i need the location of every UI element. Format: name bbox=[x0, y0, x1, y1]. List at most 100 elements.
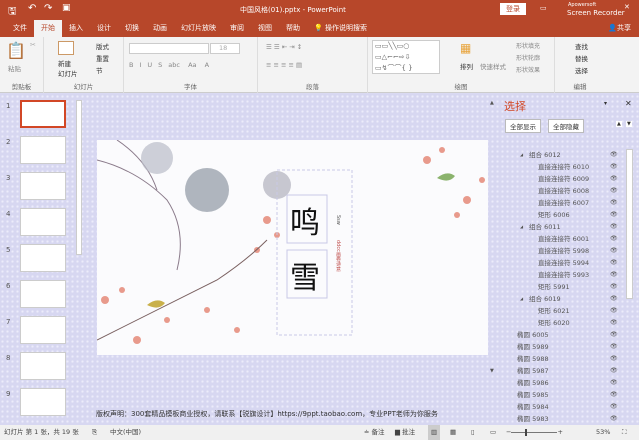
tab-view[interactable]: 视图 bbox=[251, 20, 279, 37]
language-indicator[interactable]: 中文(中国) bbox=[110, 425, 141, 440]
paste-button[interactable]: 📋 bbox=[6, 41, 26, 60]
selection-scrollbar[interactable] bbox=[626, 149, 633, 299]
slide-thumbnail[interactable] bbox=[20, 388, 66, 416]
side-text-1[interactable]: Ssw bbox=[335, 215, 341, 225]
notes-button[interactable]: ≐ 备注 bbox=[364, 425, 385, 440]
arrange-icon[interactable]: ▦ bbox=[460, 41, 471, 55]
visibility-eye-icon[interactable]: 👁 bbox=[610, 209, 618, 221]
find-button[interactable]: 查找 bbox=[575, 41, 588, 51]
selection-item[interactable]: 直接连接符 6010 👁 bbox=[500, 161, 625, 173]
title-char-2[interactable]: 雪 bbox=[290, 253, 320, 297]
shape-fill-button[interactable]: 形状填充 bbox=[516, 41, 540, 50]
share-button[interactable]: 👤共享 bbox=[608, 23, 631, 33]
normal-view-button[interactable]: ▥ bbox=[428, 425, 441, 440]
arrange-button[interactable]: 排列 bbox=[460, 61, 473, 71]
tab-transitions[interactable]: 切换 bbox=[118, 20, 146, 37]
slide-canvas[interactable]: 鸣 雪 Ssw ddcc画卷诗意 bbox=[97, 140, 488, 355]
selection-item[interactable]: 椭圆 5989 👁 bbox=[500, 341, 625, 353]
selection-item[interactable]: 椭圆 5985 👁 bbox=[500, 389, 625, 401]
visibility-eye-icon[interactable]: 👁 bbox=[610, 305, 618, 317]
tab-file[interactable]: 文件 bbox=[6, 20, 34, 37]
slide-thumbnail[interactable] bbox=[20, 316, 66, 344]
slideshow-icon[interactable]: ▣ bbox=[62, 3, 71, 13]
notes-pane[interactable]: 版权声明：300套精品模板商业授权，请联系【锐旗设计】https://9ppt.… bbox=[92, 404, 492, 422]
save-icon[interactable]: 🖫 bbox=[8, 4, 17, 21]
change-case-button[interactable]: Aa bbox=[188, 61, 196, 69]
selection-item[interactable]: 直接连接符 6001 👁 bbox=[500, 233, 625, 245]
hide-all-button[interactable]: 全部隐藏 bbox=[548, 119, 584, 133]
select-button[interactable]: 选择 bbox=[575, 65, 588, 75]
reading-view-button[interactable]: ▯ bbox=[471, 425, 475, 440]
font-format-buttons[interactable]: BIUSabc Aa A bbox=[129, 61, 215, 69]
selection-item[interactable]: 直接连接符 5994 👁 bbox=[500, 257, 625, 269]
tab-design[interactable]: 设计 bbox=[90, 20, 118, 37]
comments-button[interactable]: ▆ 批注 bbox=[395, 425, 415, 440]
tab-slideshow[interactable]: 幻灯片放映 bbox=[174, 20, 223, 37]
bold-button[interactable]: B bbox=[129, 61, 139, 69]
font-color-button[interactable]: A bbox=[205, 61, 215, 69]
send-backward-button[interactable]: ▼ bbox=[626, 121, 632, 127]
selection-item[interactable]: 椭圆 5984 👁 bbox=[500, 401, 625, 413]
visibility-eye-icon[interactable]: 👁 bbox=[610, 413, 618, 425]
selection-item[interactable]: 直接连接符 5993 👁 bbox=[500, 269, 625, 281]
visibility-eye-icon[interactable]: 👁 bbox=[610, 149, 618, 161]
zoom-slider[interactable]: − + bbox=[506, 425, 566, 440]
selection-item[interactable]: 椭圆 5988 👁 bbox=[500, 353, 625, 365]
tab-animations[interactable]: 动画 bbox=[146, 20, 174, 37]
tab-insert[interactable]: 插入 bbox=[62, 20, 90, 37]
font-name-input[interactable] bbox=[129, 43, 209, 54]
selection-item[interactable]: ◢ 组合 6011 👁 bbox=[500, 221, 625, 233]
new-slide-icon[interactable] bbox=[58, 41, 74, 55]
selection-item[interactable]: 椭圆 5983 👁 bbox=[500, 413, 625, 425]
tab-help[interactable]: 帮助 bbox=[279, 20, 307, 37]
tab-review[interactable]: 审阅 bbox=[223, 20, 251, 37]
zoom-level[interactable]: 53% bbox=[596, 425, 610, 440]
shape-outline-button[interactable]: 形状轮廓 bbox=[516, 53, 540, 62]
selection-item[interactable]: 直接连接符 6008 👁 bbox=[500, 185, 625, 197]
selection-item[interactable]: 直接连接符 5998 👁 bbox=[500, 245, 625, 257]
strike-button[interactable]: S bbox=[158, 61, 168, 69]
visibility-eye-icon[interactable]: 👁 bbox=[610, 281, 618, 293]
selection-item[interactable]: 椭圆 6005 👁 bbox=[500, 329, 625, 341]
visibility-eye-icon[interactable]: 👁 bbox=[610, 365, 618, 377]
visibility-eye-icon[interactable]: 👁 bbox=[610, 353, 618, 365]
visibility-eye-icon[interactable]: 👁 bbox=[610, 401, 618, 413]
selection-item[interactable]: ◢ 组合 6012 👁 bbox=[500, 149, 625, 161]
font-size-input[interactable]: 18 bbox=[210, 43, 240, 54]
show-all-button[interactable]: 全部显示 bbox=[505, 119, 541, 133]
side-text-2[interactable]: ddcc画卷诗意 bbox=[335, 240, 342, 272]
title-char-1[interactable]: 鸣 bbox=[290, 198, 320, 242]
replace-button[interactable]: 替换 bbox=[575, 53, 588, 63]
selection-item[interactable]: 矩形 5991 👁 bbox=[500, 281, 625, 293]
spellcheck-icon[interactable]: ⎘ bbox=[92, 425, 97, 440]
slide-scrollbar[interactable]: ▲ ▼ bbox=[490, 100, 496, 390]
paragraph-buttons[interactable]: ☰ ☰ ⇤ ⇥ ↕ bbox=[266, 43, 302, 51]
fit-slide-icon[interactable]: ⛶ bbox=[622, 425, 627, 440]
bring-forward-button[interactable]: ▲ bbox=[616, 121, 622, 127]
visibility-eye-icon[interactable]: 👁 bbox=[610, 233, 618, 245]
slide-thumbnail[interactable] bbox=[20, 100, 66, 128]
layout-button[interactable]: 版式 bbox=[96, 41, 109, 51]
visibility-eye-icon[interactable]: 👁 bbox=[610, 317, 618, 329]
pane-close-icon[interactable]: ✕ bbox=[625, 99, 632, 108]
notes-text[interactable]: 版权声明：300套精品模板商业授权，请联系【锐旗设计】https://9ppt.… bbox=[96, 409, 491, 419]
visibility-eye-icon[interactable]: 👁 bbox=[610, 197, 618, 209]
selection-item[interactable]: 直接连接符 6009 👁 bbox=[500, 173, 625, 185]
visibility-eye-icon[interactable]: 👁 bbox=[610, 185, 618, 197]
close-icon[interactable]: ✕ bbox=[624, 3, 630, 11]
align-buttons[interactable]: ≡ ≡ ≡ ≡ ▤ bbox=[266, 61, 302, 69]
selection-item[interactable]: 矩形 6021 👁 bbox=[500, 305, 625, 317]
slide-thumbnail[interactable] bbox=[20, 244, 66, 272]
selection-item[interactable]: 矩形 6006 👁 bbox=[500, 209, 625, 221]
quick-styles-button[interactable]: 快速样式 bbox=[480, 61, 506, 71]
cut-icon[interactable]: ✂ bbox=[30, 41, 36, 49]
visibility-eye-icon[interactable]: 👁 bbox=[610, 257, 618, 269]
slide-sorter-button[interactable]: ▦ bbox=[450, 425, 456, 440]
visibility-eye-icon[interactable]: 👁 bbox=[610, 329, 618, 341]
slideshow-button[interactable]: ▭ bbox=[490, 425, 496, 440]
ribbon-display-icon[interactable]: ▭ bbox=[540, 4, 547, 12]
shape-effects-button[interactable]: 形状效果 bbox=[516, 65, 540, 74]
slide-thumbnail[interactable] bbox=[20, 280, 66, 308]
undo-icon[interactable]: ↶ bbox=[28, 3, 36, 14]
selection-item[interactable]: ◢ 组合 6019 👁 bbox=[500, 293, 625, 305]
